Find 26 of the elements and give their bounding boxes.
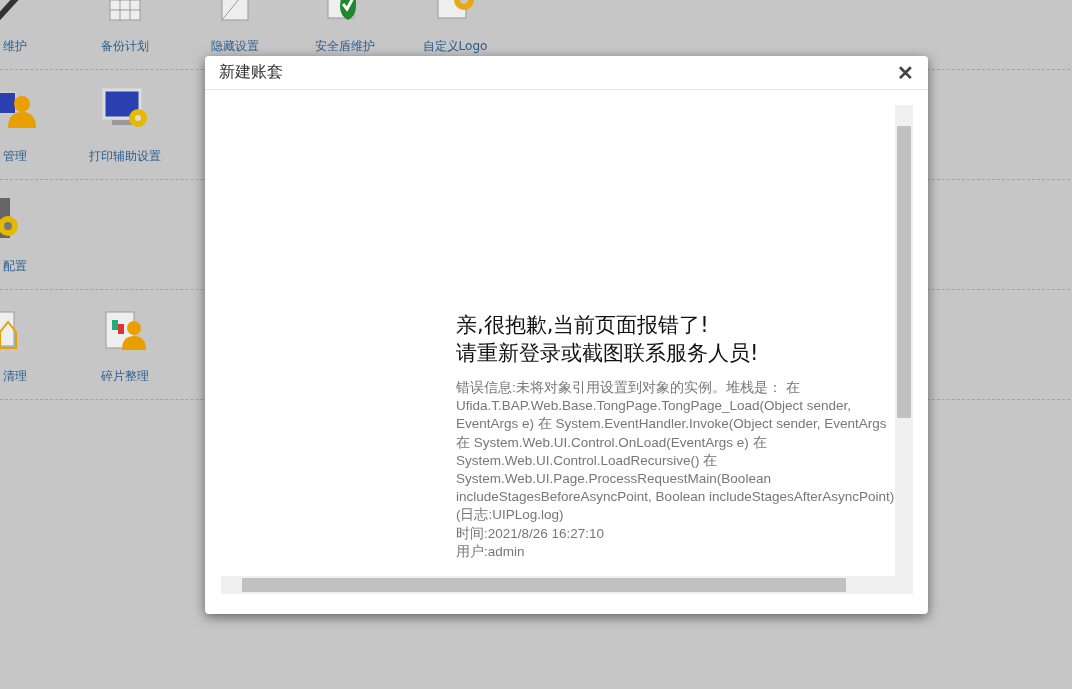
tile-label[interactable]: 管理 [3, 148, 27, 165]
tile-label[interactable]: 安全盾维护 [315, 38, 375, 55]
error-detail-line: 用户:admin [456, 542, 526, 561]
vertical-scrollbar[interactable] [895, 105, 913, 576]
error-detail-line: (日志:UIPLog.log) [456, 506, 565, 525]
error-detail-line: System.Web.UI.Page.ProcessRequestMain(Boolean [456, 470, 772, 488]
tile-label[interactable]: 清理 [3, 368, 27, 385]
close-button[interactable]: ✕ [897, 60, 914, 85]
tile-label[interactable]: 自定义Logo [422, 38, 488, 55]
tile-label[interactable]: 碎片整理 [101, 368, 149, 385]
error-heading: 亲,很抱歉,当前页面报错了! [456, 312, 710, 339]
error-detail-line: EventArgs e) 在 System.EventHandler.Invoke(Object sender, EventArgs [456, 415, 888, 434]
tile-label[interactable]: 维护 [3, 38, 27, 55]
error-detail-line: includeStagesBeforeAsyncPoint, Boolean includeStagesAfterAsyncPoint) [456, 488, 895, 507]
error-detail-line: 错误信息:未将对象引用设置到对象的实例。堆栈是： 在 [456, 379, 801, 397]
tile-label[interactable]: 配置 [3, 258, 27, 275]
error-heading: 请重新登录或截图联系服务人员! [456, 340, 760, 367]
tile-label[interactable]: 隐藏设置 [211, 38, 259, 55]
error-detail-line: System.Web.UI.Control.LoadRecursive() 在 [456, 451, 719, 470]
tile-label[interactable]: 备份计划 [101, 38, 149, 55]
error-detail-line: 在 System.Web.UI.Control.OnLoad(EventArgs e) 在 [456, 433, 768, 452]
error-detail-line: 时间:2021/8/26 16:27:10 [456, 524, 606, 543]
horizontal-scrollbar[interactable] [221, 576, 913, 594]
dialog-title: 新建账套 [219, 62, 283, 83]
tile-label[interactable]: 打印辅助设置 [89, 148, 161, 165]
error-detail-line: Ufida.T.BAP.Web.Base.TongPage.TongPage_Load(Object sender, [456, 397, 853, 416]
